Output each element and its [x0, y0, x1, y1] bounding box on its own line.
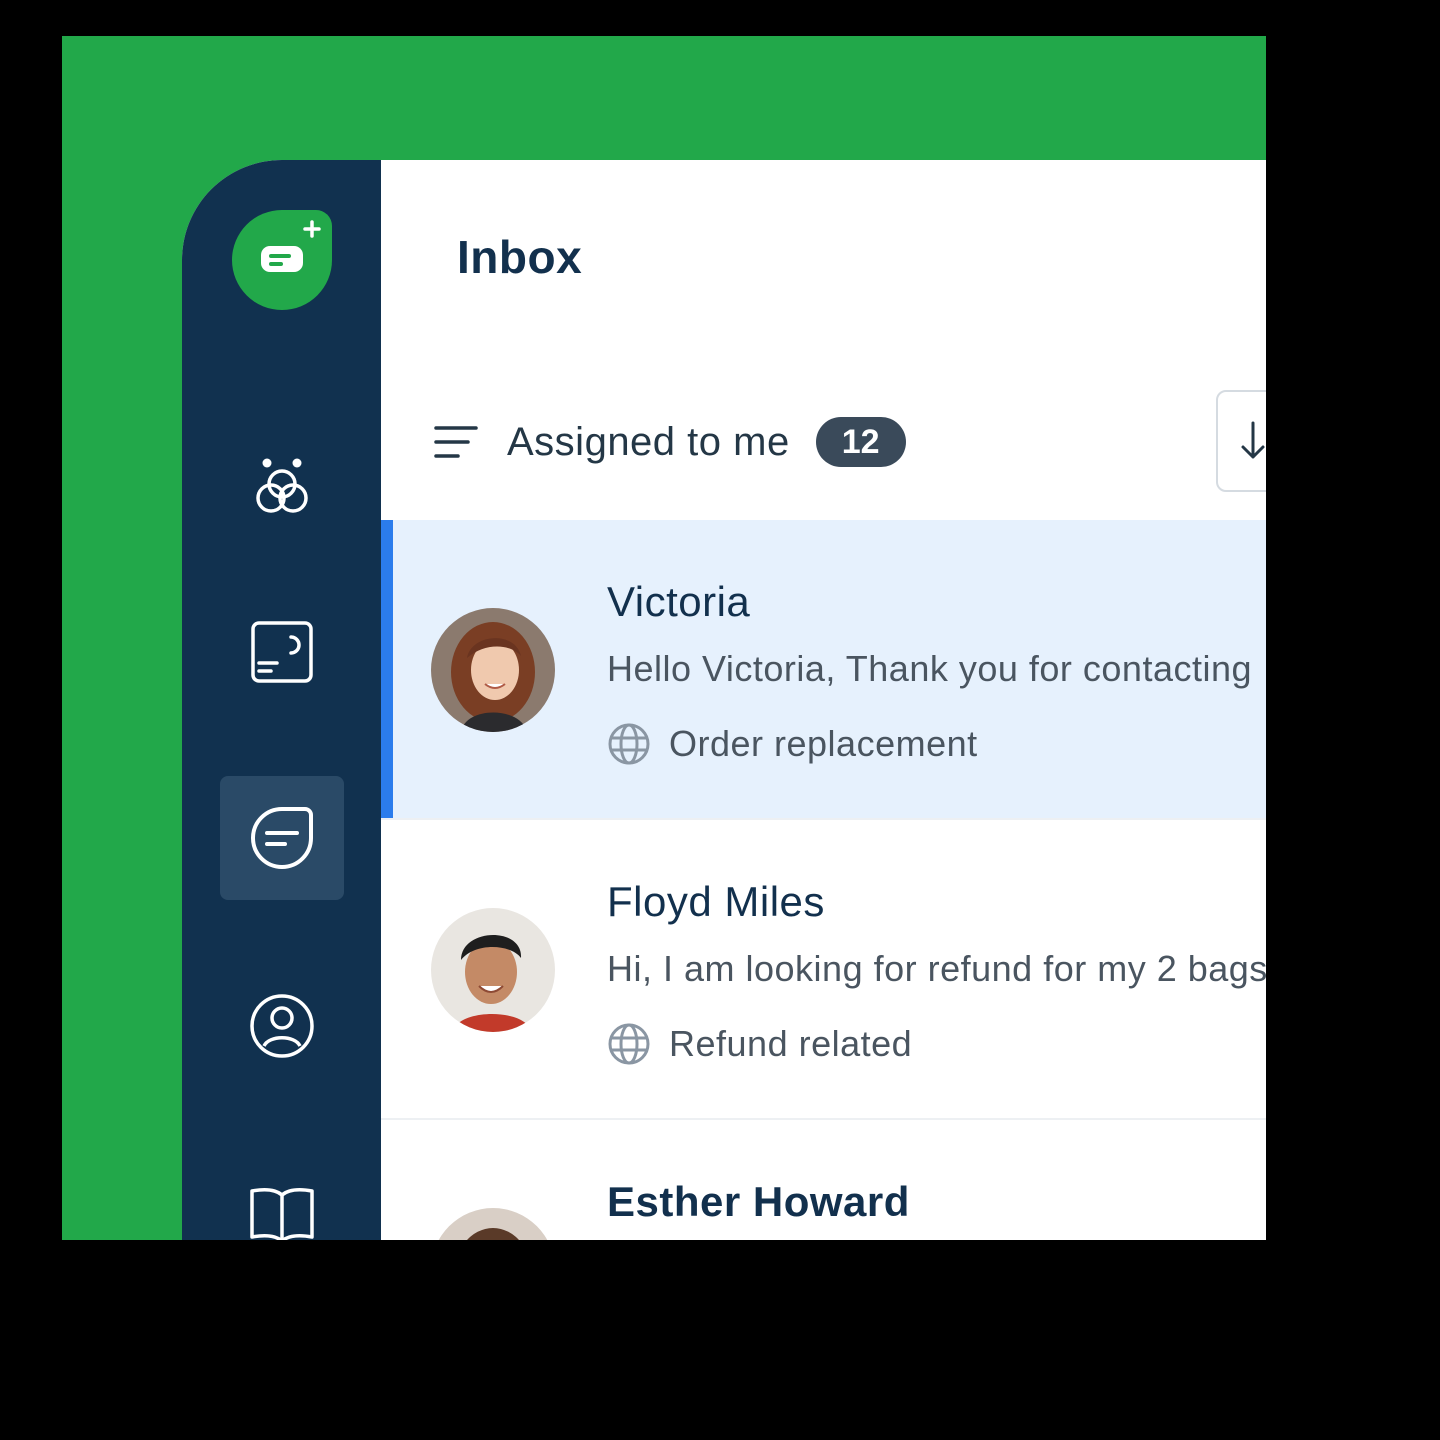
logo[interactable]	[232, 210, 332, 310]
nav-bots[interactable]	[220, 422, 344, 546]
filter-lines-icon[interactable]	[433, 422, 479, 462]
contact-name: Floyd Miles	[607, 878, 825, 925]
page-title: Inbox	[457, 231, 583, 283]
arrow-down-icon	[1241, 421, 1265, 459]
bot-icon	[256, 458, 308, 513]
nav-contacts[interactable]	[220, 964, 344, 1088]
nav-conversations[interactable]	[220, 776, 344, 900]
message-preview: Hi, I am looking for refund for my 2 bag…	[607, 948, 1266, 989]
sidebar	[182, 160, 381, 1240]
app-window: Inbox Assigned to me 12 Victoria Hello V…	[182, 160, 1266, 1240]
conversation-tag: Order replacement	[607, 722, 978, 766]
conversation-tag: Refund related	[607, 1022, 912, 1066]
filter-bar: Assigned to me 12	[433, 412, 906, 472]
avatar	[431, 608, 555, 732]
filter-dropdown[interactable]: Assigned to me	[507, 420, 790, 465]
conversation-icon	[251, 807, 313, 869]
chat-plus-icon	[261, 220, 321, 272]
globe-icon	[608, 723, 650, 765]
nav-knowledge-base[interactable]	[220, 1152, 344, 1240]
brand-background: Inbox Assigned to me 12 Victoria Hello V…	[62, 36, 1266, 1240]
dashboard-icon	[251, 621, 313, 683]
active-indicator	[381, 520, 393, 820]
sort-button[interactable]	[1216, 390, 1266, 492]
count-badge: 12	[815, 417, 906, 467]
contact-icon	[250, 994, 314, 1058]
contact-name: Esther Howard	[607, 1178, 910, 1225]
avatar	[431, 1208, 555, 1240]
inbox-panel: Inbox Assigned to me 12 Victoria Hello V…	[381, 160, 1266, 1240]
conversation-item[interactable]: Esther Howard	[381, 1120, 1266, 1240]
globe-icon	[608, 1023, 650, 1065]
knowledge-book-icon	[250, 1188, 314, 1240]
message-preview: Hello Victoria, Thank you for contacting	[607, 648, 1253, 689]
conversation-item[interactable]: Victoria Hello Victoria, Thank you for c…	[381, 520, 1266, 820]
nav-dashboard[interactable]	[220, 590, 344, 714]
tag-label: Order replacement	[669, 723, 978, 764]
conversation-item[interactable]: Floyd Miles Hi, I am looking for refund …	[381, 820, 1266, 1120]
contact-name: Victoria	[607, 578, 751, 625]
avatar	[431, 908, 555, 1032]
tag-label: Refund related	[669, 1023, 913, 1064]
